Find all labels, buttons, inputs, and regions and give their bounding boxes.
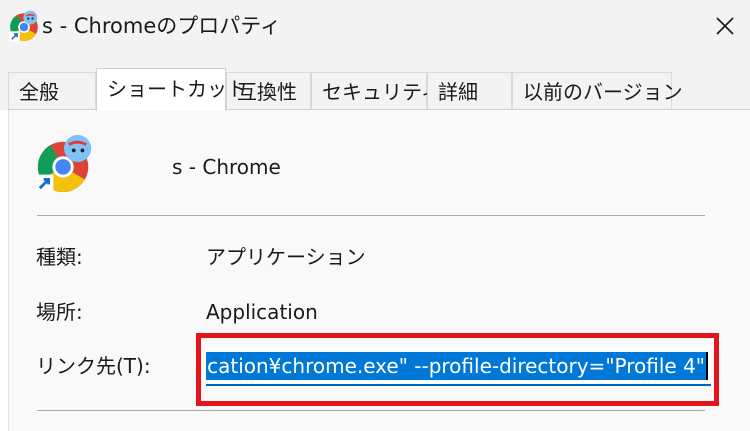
type-label: 種類: (36, 245, 83, 269)
close-icon (716, 17, 734, 35)
shortcut-name[interactable]: s - Chrome (172, 154, 281, 180)
separator-top (37, 215, 705, 216)
location-label: 場所: (36, 300, 83, 324)
separator-bottom (37, 410, 705, 411)
chrome-profile-shortcut-icon (35, 134, 92, 193)
type-value: アプリケーション (206, 245, 366, 269)
tab-details[interactable]: 詳細 (427, 72, 512, 110)
highlight-annotation (196, 333, 719, 406)
location-value: Application (206, 300, 318, 324)
tab-strip: 全般 ショートカット 互換性 セキュリティ 詳細 以前のバージョン (0, 52, 750, 111)
tab-security[interactable]: セキュリティ (311, 72, 441, 110)
target-label: リンク先(T): (36, 354, 151, 378)
tab-general[interactable]: 全般 (8, 72, 96, 110)
title-bar: s - Chromeのプロパティ (0, 0, 750, 52)
chrome-profile-icon (9, 10, 38, 42)
close-button[interactable] (700, 0, 750, 52)
tab-shortcut[interactable]: ショートカット (96, 68, 247, 111)
tab-previous-versions[interactable]: 以前のバージョン (512, 72, 683, 110)
window-title: s - Chromeのプロパティ (42, 14, 281, 38)
